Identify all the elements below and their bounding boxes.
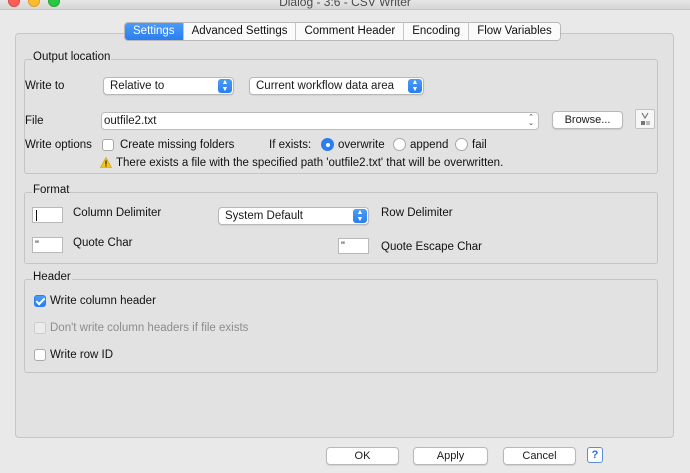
browse-button[interactable]: Browse...: [552, 111, 623, 129]
flow-variable-button[interactable]: [635, 109, 655, 129]
file-combobox[interactable]: outfile2.txt ⌃ ⌄: [101, 112, 539, 130]
create-missing-folders-label: Create missing folders: [120, 139, 235, 151]
text-cursor: [36, 210, 37, 221]
tab-advanced-settings[interactable]: Advanced Settings: [183, 23, 297, 40]
append-radio[interactable]: [393, 138, 406, 151]
area-value: Current workflow data area: [256, 80, 395, 92]
write-column-header-checkbox[interactable]: [34, 295, 46, 307]
header-title: Header: [32, 271, 72, 283]
settings-panel: Output location Write to Relative to ▲ ▼ …: [15, 33, 674, 438]
quote-escape-input[interactable]: ": [338, 238, 369, 254]
chevron-updown-icon: ⌃ ⌄: [528, 114, 534, 127]
ok-button[interactable]: OK: [326, 447, 399, 465]
output-location-title: Output location: [32, 51, 112, 63]
write-to-select[interactable]: Relative to ▲ ▼: [103, 77, 234, 95]
tab-bar: Settings Advanced Settings Comment Heade…: [124, 22, 561, 41]
format-group: Format Column Delimiter System Default ▲…: [24, 184, 658, 264]
window-titlebar: Dialog - 3:6 - CSV Writer: [0, 0, 690, 10]
format-title: Format: [32, 184, 71, 196]
header-group: Header Write column header Don't write c…: [24, 271, 658, 373]
overwrite-warning-text: There exists a file with the specified p…: [116, 157, 504, 169]
chevron-updown-icon: ▲ ▼: [218, 79, 232, 93]
tab-settings[interactable]: Settings: [125, 23, 184, 40]
apply-button[interactable]: Apply: [413, 447, 488, 465]
dont-write-headers-label: Don't write column headers if file exist…: [50, 322, 249, 334]
tab-encoding[interactable]: Encoding: [404, 23, 470, 40]
quote-char-input[interactable]: ": [32, 237, 63, 253]
row-delimiter-value: System Default: [225, 210, 303, 222]
help-button[interactable]: ?: [587, 447, 603, 463]
row-delimiter-label: Row Delimiter: [381, 207, 453, 219]
fail-radio[interactable]: [455, 138, 468, 151]
create-missing-folders-checkbox[interactable]: [102, 139, 114, 151]
overwrite-label: overwrite: [338, 139, 385, 151]
chevron-updown-icon: ▲ ▼: [408, 79, 422, 93]
write-row-id-label: Write row ID: [50, 349, 114, 361]
overwrite-radio[interactable]: [321, 138, 334, 151]
output-location-group: Output location Write to Relative to ▲ ▼ …: [24, 51, 658, 174]
tab-comment-header[interactable]: Comment Header: [296, 23, 405, 40]
file-value: outfile2.txt: [104, 115, 157, 127]
tab-flow-variables[interactable]: Flow Variables: [469, 23, 560, 40]
append-label: append: [410, 139, 449, 151]
quote-char-label: Quote Char: [73, 237, 133, 249]
row-delimiter-select[interactable]: System Default ▲ ▼: [218, 207, 369, 225]
dont-write-headers-checkbox[interactable]: [34, 322, 46, 334]
quote-escape-label: Quote Escape Char: [381, 241, 483, 253]
area-select[interactable]: Current workflow data area ▲ ▼: [249, 77, 424, 95]
write-column-header-label: Write column header: [50, 295, 156, 307]
column-delimiter-label: Column Delimiter: [73, 207, 162, 219]
write-to-label: Write to: [25, 80, 65, 92]
warning-icon: [99, 156, 113, 168]
flow-variable-icon: [640, 112, 651, 127]
fail-label: fail: [472, 139, 487, 151]
if-exists-label: If exists:: [269, 139, 312, 151]
chevron-updown-icon: ▲ ▼: [353, 209, 367, 223]
write-to-value: Relative to: [110, 80, 165, 92]
write-options-label: Write options: [25, 139, 92, 151]
window-title: Dialog - 3:6 - CSV Writer: [279, 0, 411, 9]
write-row-id-checkbox[interactable]: [34, 349, 46, 361]
cancel-button[interactable]: Cancel: [503, 447, 576, 465]
file-label: File: [25, 115, 44, 127]
